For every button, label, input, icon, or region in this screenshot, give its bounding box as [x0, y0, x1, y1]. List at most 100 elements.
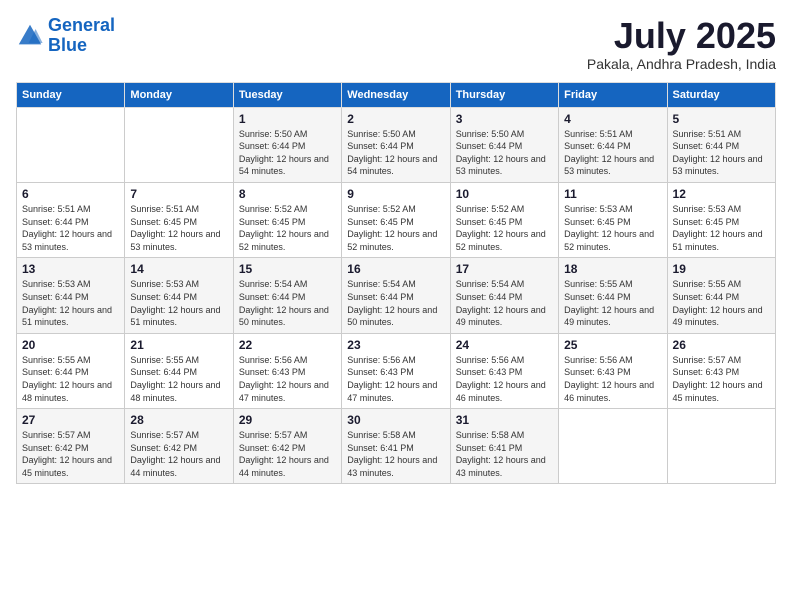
weekday-header-row: SundayMondayTuesdayWednesdayThursdayFrid… [17, 82, 776, 107]
day-detail: Sunrise: 5:55 AMSunset: 6:44 PMDaylight:… [130, 354, 227, 404]
day-number: 29 [239, 413, 336, 427]
calendar-cell: 25 Sunrise: 5:56 AMSunset: 6:43 PMDayligh… [559, 333, 667, 408]
day-detail: Sunrise: 5:57 AMSunset: 6:42 PMDaylight:… [239, 429, 336, 479]
title-block: July 2025 Pakala, Andhra Pradesh, India [587, 16, 776, 72]
calendar-cell: 12 Sunrise: 5:53 AMSunset: 6:45 PMDayligh… [667, 182, 775, 257]
day-number: 1 [239, 112, 336, 126]
day-detail: Sunrise: 5:51 AMSunset: 6:44 PMDaylight:… [564, 128, 661, 178]
day-detail: Sunrise: 5:53 AMSunset: 6:44 PMDaylight:… [22, 278, 119, 328]
calendar-week-row: 6 Sunrise: 5:51 AMSunset: 6:44 PMDaylight… [17, 182, 776, 257]
calendar-cell: 3 Sunrise: 5:50 AMSunset: 6:44 PMDaylight… [450, 107, 558, 182]
day-number: 14 [130, 262, 227, 276]
day-number: 31 [456, 413, 553, 427]
logo: General Blue [16, 16, 115, 56]
page-header: General Blue July 2025 Pakala, Andhra Pr… [16, 16, 776, 72]
weekday-header: Friday [559, 82, 667, 107]
day-number: 6 [22, 187, 119, 201]
day-number: 4 [564, 112, 661, 126]
day-number: 12 [673, 187, 770, 201]
day-number: 10 [456, 187, 553, 201]
calendar-cell: 24 Sunrise: 5:56 AMSunset: 6:43 PMDayligh… [450, 333, 558, 408]
calendar-cell: 20 Sunrise: 5:55 AMSunset: 6:44 PMDayligh… [17, 333, 125, 408]
day-number: 17 [456, 262, 553, 276]
day-detail: Sunrise: 5:56 AMSunset: 6:43 PMDaylight:… [347, 354, 444, 404]
day-detail: Sunrise: 5:53 AMSunset: 6:44 PMDaylight:… [130, 278, 227, 328]
day-number: 3 [456, 112, 553, 126]
calendar-cell: 23Sunrise: 5:56 AMSunset: 6:43 PMDayligh… [342, 333, 450, 408]
day-detail: Sunrise: 5:50 AMSunset: 6:44 PMDaylight:… [456, 128, 553, 178]
calendar-cell: 15 Sunrise: 5:54 AMSunset: 6:44 PMDayligh… [233, 258, 341, 333]
day-number: 28 [130, 413, 227, 427]
calendar-week-row: 1 Sunrise: 5:50 AMSunset: 6:44 PMDaylight… [17, 107, 776, 182]
calendar-cell [125, 107, 233, 182]
day-detail: Sunrise: 5:50 AMSunset: 6:44 PMDaylight:… [347, 128, 444, 178]
weekday-header: Tuesday [233, 82, 341, 107]
calendar-cell [667, 409, 775, 484]
day-detail: Sunrise: 5:58 AMSunset: 6:41 PMDaylight:… [456, 429, 553, 479]
day-detail: Sunrise: 5:51 AMSunset: 6:44 PMDaylight:… [22, 203, 119, 253]
day-detail: Sunrise: 5:57 AMSunset: 6:42 PMDaylight:… [130, 429, 227, 479]
day-detail: Sunrise: 5:51 AMSunset: 6:45 PMDaylight:… [130, 203, 227, 253]
calendar-cell: 29 Sunrise: 5:57 AMSunset: 6:42 PMDayligh… [233, 409, 341, 484]
calendar-cell: 5 Sunrise: 5:51 AMSunset: 6:44 PMDaylight… [667, 107, 775, 182]
day-detail: Sunrise: 5:55 AMSunset: 6:44 PMDaylight:… [22, 354, 119, 404]
calendar-cell: 22Sunrise: 5:56 AMSunset: 6:43 PMDayligh… [233, 333, 341, 408]
day-detail: Sunrise: 5:52 AMSunset: 6:45 PMDaylight:… [239, 203, 336, 253]
calendar-week-row: 13Sunrise: 5:53 AMSunset: 6:44 PMDayligh… [17, 258, 776, 333]
calendar-table: SundayMondayTuesdayWednesdayThursdayFrid… [16, 82, 776, 485]
day-detail: Sunrise: 5:55 AMSunset: 6:44 PMDaylight:… [564, 278, 661, 328]
calendar-cell: 27Sunrise: 5:57 AMSunset: 6:42 PMDayligh… [17, 409, 125, 484]
day-number: 20 [22, 338, 119, 352]
day-detail: Sunrise: 5:53 AMSunset: 6:45 PMDaylight:… [673, 203, 770, 253]
logo-text: General Blue [48, 16, 115, 56]
day-number: 27 [22, 413, 119, 427]
day-detail: Sunrise: 5:56 AMSunset: 6:43 PMDaylight:… [564, 354, 661, 404]
day-number: 25 [564, 338, 661, 352]
day-detail: Sunrise: 5:53 AMSunset: 6:45 PMDaylight:… [564, 203, 661, 253]
calendar-cell: 26Sunrise: 5:57 AMSunset: 6:43 PMDayligh… [667, 333, 775, 408]
day-number: 11 [564, 187, 661, 201]
day-number: 5 [673, 112, 770, 126]
calendar-cell: 28 Sunrise: 5:57 AMSunset: 6:42 PMDayligh… [125, 409, 233, 484]
calendar-cell: 17 Sunrise: 5:54 AMSunset: 6:44 PMDayligh… [450, 258, 558, 333]
day-number: 9 [347, 187, 444, 201]
day-detail: Sunrise: 5:52 AMSunset: 6:45 PMDaylight:… [456, 203, 553, 253]
calendar-cell: 8 Sunrise: 5:52 AMSunset: 6:45 PMDaylight… [233, 182, 341, 257]
calendar-cell: 13Sunrise: 5:53 AMSunset: 6:44 PMDayligh… [17, 258, 125, 333]
calendar-cell: 10 Sunrise: 5:52 AMSunset: 6:45 PMDayligh… [450, 182, 558, 257]
calendar-cell: 19Sunrise: 5:55 AMSunset: 6:44 PMDayligh… [667, 258, 775, 333]
weekday-header: Monday [125, 82, 233, 107]
day-detail: Sunrise: 5:54 AMSunset: 6:44 PMDaylight:… [456, 278, 553, 328]
day-detail: Sunrise: 5:51 AMSunset: 6:44 PMDaylight:… [673, 128, 770, 178]
calendar-cell: 4 Sunrise: 5:51 AMSunset: 6:44 PMDaylight… [559, 107, 667, 182]
weekday-header: Saturday [667, 82, 775, 107]
day-detail: Sunrise: 5:52 AMSunset: 6:45 PMDaylight:… [347, 203, 444, 253]
calendar-cell: 16Sunrise: 5:54 AMSunset: 6:44 PMDayligh… [342, 258, 450, 333]
weekday-header: Sunday [17, 82, 125, 107]
day-number: 7 [130, 187, 227, 201]
calendar-cell: 21Sunrise: 5:55 AMSunset: 6:44 PMDayligh… [125, 333, 233, 408]
calendar-cell: 18 Sunrise: 5:55 AMSunset: 6:44 PMDayligh… [559, 258, 667, 333]
day-number: 18 [564, 262, 661, 276]
weekday-header: Wednesday [342, 82, 450, 107]
day-detail: Sunrise: 5:58 AMSunset: 6:41 PMDaylight:… [347, 429, 444, 479]
day-detail: Sunrise: 5:57 AMSunset: 6:43 PMDaylight:… [673, 354, 770, 404]
calendar-cell: 1 Sunrise: 5:50 AMSunset: 6:44 PMDaylight… [233, 107, 341, 182]
calendar-cell: 7 Sunrise: 5:51 AMSunset: 6:45 PMDaylight… [125, 182, 233, 257]
day-detail: Sunrise: 5:56 AMSunset: 6:43 PMDaylight:… [456, 354, 553, 404]
day-detail: Sunrise: 5:54 AMSunset: 6:44 PMDaylight:… [239, 278, 336, 328]
calendar-cell: 2Sunrise: 5:50 AMSunset: 6:44 PMDaylight… [342, 107, 450, 182]
calendar-cell [559, 409, 667, 484]
calendar-cell: 9 Sunrise: 5:52 AMSunset: 6:45 PMDaylight… [342, 182, 450, 257]
calendar-cell: 31 Sunrise: 5:58 AMSunset: 6:41 PMDayligh… [450, 409, 558, 484]
day-number: 15 [239, 262, 336, 276]
location: Pakala, Andhra Pradesh, India [587, 56, 776, 72]
day-detail: Sunrise: 5:50 AMSunset: 6:44 PMDaylight:… [239, 128, 336, 178]
day-number: 24 [456, 338, 553, 352]
calendar-cell: 6 Sunrise: 5:51 AMSunset: 6:44 PMDaylight… [17, 182, 125, 257]
day-number: 19 [673, 262, 770, 276]
day-number: 16 [347, 262, 444, 276]
day-number: 8 [239, 187, 336, 201]
weekday-header: Thursday [450, 82, 558, 107]
day-number: 30 [347, 413, 444, 427]
